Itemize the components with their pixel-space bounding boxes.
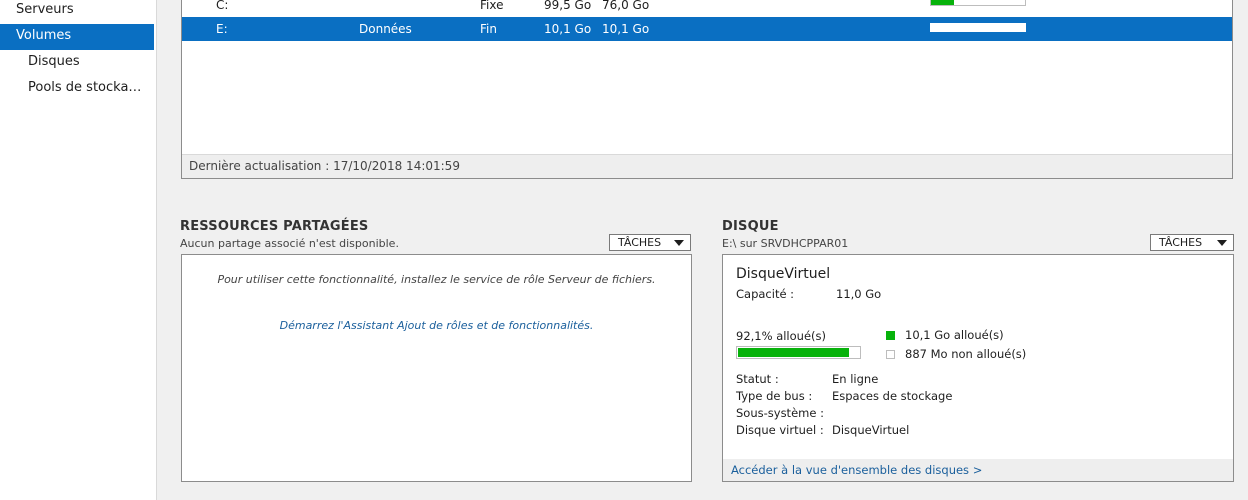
disks-overview-link[interactable]: Accéder à la vue d'ensemble des disques … bbox=[723, 459, 1233, 481]
detail-label: Disque virtuel : bbox=[736, 423, 824, 437]
sidebar-item-disks[interactable]: Disques bbox=[0, 50, 154, 76]
navigation-sidebar: Serveurs Volumes Disques Pools de stocka… bbox=[0, 0, 157, 500]
disk-tasks-dropdown[interactable]: TÂCHES bbox=[1150, 234, 1234, 251]
allocated-legend-label: 10,1 Go alloué(s) bbox=[905, 328, 1004, 342]
capacity-value: 11,0 Go bbox=[836, 287, 882, 301]
sidebar-item-volumes[interactable]: Volumes bbox=[0, 24, 154, 50]
unallocated-legend-label: 887 Mo non alloué(s) bbox=[905, 347, 1027, 361]
detail-value: Espaces de stockage bbox=[832, 389, 953, 403]
volume-drive: C: bbox=[216, 0, 229, 12]
shares-panel: Pour utiliser cette fonctionnalité, inst… bbox=[181, 254, 692, 482]
allocation-bar-fill bbox=[738, 348, 850, 357]
chevron-down-icon bbox=[1217, 240, 1227, 246]
volume-provisioning: Fixe bbox=[480, 0, 504, 12]
volume-usage-bar bbox=[930, 23, 1026, 32]
volume-free-space: 76,0 Go bbox=[602, 0, 650, 12]
disk-details-panel: DisqueVirtuel Capacité : 11,0 Go 92,1% a… bbox=[722, 254, 1234, 482]
allocated-percent-label: 92,1% alloué(s) bbox=[736, 329, 826, 343]
volume-capacity: 99,5 Go bbox=[544, 0, 592, 12]
detail-label: Statut : bbox=[736, 372, 779, 386]
detail-value: En ligne bbox=[832, 372, 879, 386]
shares-info-message: Pour utiliser cette fonctionnalité, inst… bbox=[217, 273, 656, 286]
volume-free-space: 10,1 Go bbox=[602, 22, 650, 36]
tasks-label: TÂCHES bbox=[1159, 236, 1203, 249]
allocated-legend-swatch bbox=[886, 331, 895, 340]
volumes-list-panel: C: Fixe 99,5 Go 76,0 Go E: Données Fin 1… bbox=[181, 0, 1233, 179]
volume-drive: E: bbox=[216, 22, 228, 36]
volume-label: Données bbox=[359, 22, 412, 36]
disk-section-subtitle: E:\ sur SRVDHCPPAR01 bbox=[722, 237, 849, 250]
disk-name: DisqueVirtuel bbox=[736, 266, 831, 282]
volume-usage-fill bbox=[931, 0, 954, 5]
volume-usage-bar bbox=[930, 0, 1026, 6]
table-row-selected[interactable]: E: Données Fin 10,1 Go 10,1 Go bbox=[182, 17, 1232, 41]
volume-provisioning: Fin bbox=[480, 22, 497, 36]
capacity-label: Capacité : bbox=[736, 287, 795, 301]
detail-label: Type de bus : bbox=[736, 389, 813, 403]
last-refresh-status: Dernière actualisation : 17/10/2018 14:0… bbox=[182, 154, 1232, 178]
allocation-bar bbox=[736, 346, 861, 359]
add-roles-wizard-link[interactable]: Démarrez l'Assistant Ajout de rôles et d… bbox=[182, 319, 691, 332]
disk-section-title: DISQUE bbox=[722, 219, 779, 234]
tasks-label: TÂCHES bbox=[618, 236, 662, 249]
detail-label: Sous-système : bbox=[736, 406, 824, 420]
shares-section-subtitle: Aucun partage associé n'est disponible. bbox=[180, 237, 399, 250]
table-row[interactable]: C: Fixe 99,5 Go 76,0 Go bbox=[182, 0, 1232, 17]
shares-section-title: RESSOURCES PARTAGÉES bbox=[180, 219, 369, 234]
unallocated-legend-swatch bbox=[886, 350, 895, 359]
sidebar-item-storage-pools[interactable]: Pools de stocka… bbox=[0, 76, 154, 102]
volume-capacity: 10,1 Go bbox=[544, 22, 592, 36]
shares-tasks-dropdown[interactable]: TÂCHES bbox=[609, 234, 691, 251]
detail-value: DisqueVirtuel bbox=[832, 423, 910, 437]
sidebar-item-servers[interactable]: Serveurs bbox=[0, 0, 154, 24]
chevron-down-icon bbox=[674, 240, 684, 246]
